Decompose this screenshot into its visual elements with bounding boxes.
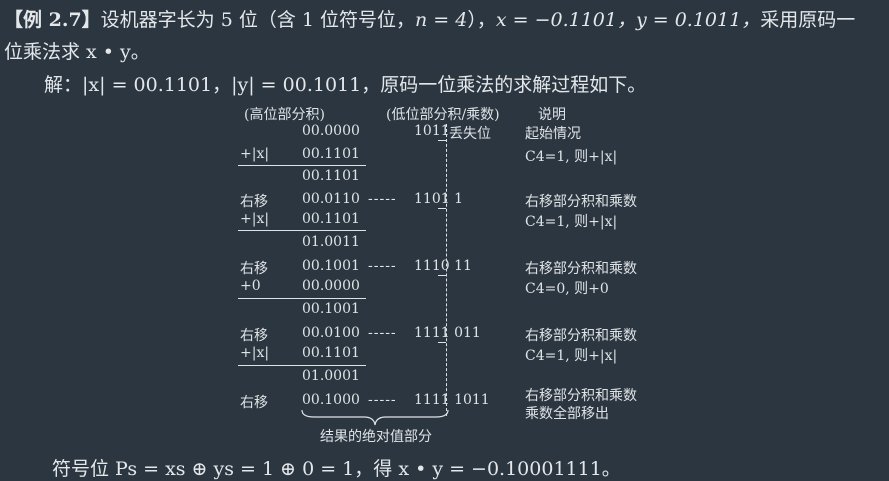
tail-text: 采用原码一 [760,9,856,31]
row5-high: 01.0011 [302,234,360,250]
shift-arrow-2: ----- [368,258,397,274]
sum-rule-1 [238,165,366,166]
drop-tick-1 [438,140,446,141]
row8-high: 00.1001 [302,301,360,317]
intro-text: 设机器字长为 5 位（含 1 位符号位， [100,9,416,31]
row11-high: 01.0001 [302,368,360,384]
row0-low: 1011 [414,123,450,139]
row4-note: C4=1, 则+|x| [525,214,618,230]
solution-lead: 解： [44,74,83,96]
solution-rest: 原码一位乘法的求解过程如下。 [380,74,647,96]
conclusion-line: 符号位 Ps = xs ⊕ ys = 1 ⊕ 0 = 1，得 x • y = −… [52,458,621,480]
row12-low: 1111 1011 [414,392,490,408]
problem-statement-line1: 【例 2.7】设机器字长为 5 位（含 1 位符号位，n = 4），x = −0… [4,5,855,32]
row10-note: C4=1, 则+|x| [525,348,618,364]
drop-tick-3 [438,275,446,276]
n-expression: n = 4 [415,9,468,31]
drop-tick-2 [438,208,446,209]
drop-bits-label: 丢失位 [449,126,491,142]
abs-x: |x| = 00.1101， [82,74,232,96]
shift-arrow-4: ----- [368,392,397,408]
sum-rule-4 [238,365,366,366]
row10-op: +|x| [240,345,270,361]
y-expression: y = 0.1011， [635,9,761,31]
abs-y: |y| = 00.1011， [231,74,381,96]
col-header-high: (高位部分积) [244,107,325,123]
row0-note: 起始情况 [525,126,581,142]
row10-high: 00.1101 [302,345,360,361]
brace-label: 结果的绝对值部分 [320,429,432,445]
row9-note: 右移部分积和乘数 [525,328,637,344]
row2-high: 00.1101 [302,168,360,184]
row7-note: C4=0, 则+0 [525,281,609,297]
mid-text: ）， [467,9,496,31]
row0-high: 00.0000 [302,123,360,139]
row12-note: 右移部分积和乘数 [525,388,637,404]
row3-low: 1101 1 [414,191,463,207]
row3-high: 00.0110 [302,191,360,207]
row9-op: 右移 [240,328,268,344]
row1-op: +|x| [240,146,270,162]
row9-low: 1111 011 [414,325,481,341]
shift-arrow-3: ----- [368,325,397,341]
row3-op: 右移 [240,194,268,210]
row12-op: 右移 [240,395,268,411]
row6-high: 00.1001 [302,258,360,274]
row6-note: 右移部分积和乘数 [525,261,637,277]
result-brace [301,409,449,426]
col-header-low: (低位部分积/乘数) [386,107,500,123]
row6-low: 1110 11 [414,258,472,274]
row7-op: +0 [240,278,261,294]
drop-tick-4 [438,342,446,343]
row12-high: 00.1000 [302,392,360,408]
row4-high: 00.1101 [302,211,360,227]
row7-high: 00.0000 [302,278,360,294]
example-tag: 【例 2.7】 [4,9,101,31]
row6-op: 右移 [240,261,268,277]
shift-arrow-1: ----- [368,191,397,207]
col-header-note: 说明 [538,107,566,123]
row9-high: 00.0100 [302,325,360,341]
sum-rule-2 [238,230,366,231]
row4-op: +|x| [240,211,270,227]
row13-note: 乘数全部移出 [525,406,609,422]
problem-statement-line2: 位乘法求 x • y。 [4,41,150,63]
drop-boundary-line [446,124,447,416]
sum-rule-3 [238,298,366,299]
row3-note: 右移部分积和乘数 [525,194,637,210]
row1-high: 00.1101 [302,146,360,162]
row1-note: C4=1, 则+|x| [525,149,618,165]
x-expression: x = −0.1101， [495,9,636,31]
solution-line: 解：|x| = 00.1101，|y| = 00.1011，原码一位乘法的求解过… [44,70,646,97]
